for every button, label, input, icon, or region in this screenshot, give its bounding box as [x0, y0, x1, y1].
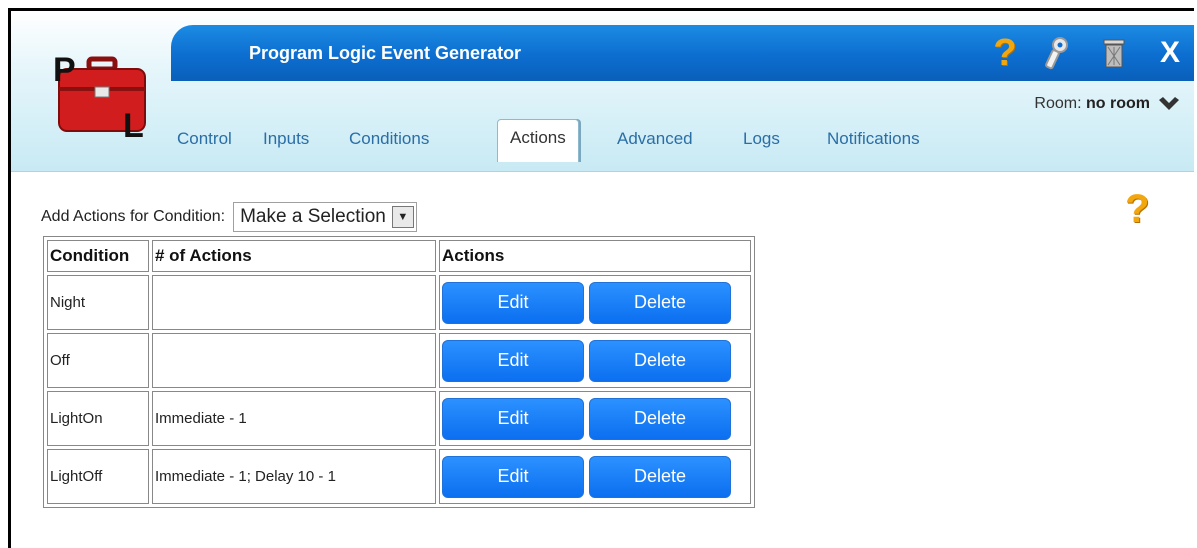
actions-cell: Edit Delete [439, 391, 751, 446]
app-logo: P L [51, 51, 156, 145]
actions-table: Condition # of Actions Actions Night Edi… [43, 236, 755, 508]
edit-button[interactable]: Edit [442, 339, 584, 382]
settings-icon-graphic [1045, 37, 1068, 70]
delete-button[interactable]: Delete [589, 455, 731, 498]
trash-icon-graphic [1103, 39, 1125, 68]
condition-cell: Night [47, 275, 149, 330]
table-header-row: Condition # of Actions Actions [47, 240, 751, 272]
delete-button[interactable]: Delete [589, 397, 731, 440]
add-actions-row: Add Actions for Condition: Make a Select… [41, 202, 417, 232]
action-count-cell [152, 275, 436, 330]
delete-button[interactable]: Delete [589, 339, 731, 382]
settings-icon[interactable] [1041, 33, 1075, 73]
actions-cell: Edit Delete [439, 333, 751, 388]
add-actions-label: Add Actions for Condition: [41, 208, 226, 225]
dropdown-arrow-icon[interactable]: ▼ [391, 206, 414, 228]
tab-advanced[interactable]: Advanced [617, 129, 693, 149]
svg-text:L: L [123, 107, 144, 139]
close-icon[interactable]: X [1155, 33, 1185, 73]
tab-notifications[interactable]: Notifications [827, 129, 920, 149]
chevron-down-icon[interactable] [1156, 91, 1182, 117]
condition-select[interactable]: Make a Selection ▼ [233, 202, 417, 232]
table-row: Night Edit Delete [47, 275, 751, 330]
chevron-down-icon-graphic [1159, 97, 1179, 110]
header-actions: Actions [439, 240, 751, 272]
condition-cell: Off [47, 333, 149, 388]
edit-button[interactable]: Edit [442, 281, 584, 324]
app-window: Program Logic Event Generator ? X P L Ro… [8, 8, 1194, 548]
delete-button[interactable]: Delete [589, 281, 731, 324]
room-value: no room [1086, 95, 1150, 112]
header-condition: Condition [47, 240, 149, 272]
header: Program Logic Event Generator ? X P L Ro… [11, 11, 1194, 172]
action-count-cell [152, 333, 436, 388]
tab-control[interactable]: Control [177, 129, 232, 149]
tab-logs[interactable]: Logs [743, 129, 780, 149]
table-row: LightOff Immediate - 1; Delay 10 - 1 Edi… [47, 449, 751, 504]
condition-cell: LightOff [47, 449, 149, 504]
condition-select-value: Make a Selection [240, 206, 386, 227]
tab-actions[interactable]: Actions [497, 119, 579, 162]
title-bar: Program Logic Event Generator ? X [171, 25, 1194, 81]
actions-cell: Edit Delete [439, 275, 751, 330]
tab-conditions[interactable]: Conditions [349, 129, 429, 149]
edit-button[interactable]: Edit [442, 455, 584, 498]
table-row: LightOn Immediate - 1 Edit Delete [47, 391, 751, 446]
condition-cell: LightOn [47, 391, 149, 446]
actions-cell: Edit Delete [439, 449, 751, 504]
tab-inputs[interactable]: Inputs [263, 129, 309, 149]
header-action-count: # of Actions [152, 240, 436, 272]
app-title: Program Logic Event Generator [249, 43, 522, 63]
help-icon[interactable]: ? [993, 32, 1017, 74]
action-count-cell: Immediate - 1 [152, 391, 436, 446]
action-count-cell: Immediate - 1; Delay 10 - 1 [152, 449, 436, 504]
table-row: Off Edit Delete [47, 333, 751, 388]
room-indicator: Room: no room [1034, 95, 1150, 113]
edit-button[interactable]: Edit [442, 397, 584, 440]
toolbox-logo-icon: P L [53, 51, 146, 145]
help-icon[interactable]: ? [1125, 187, 1149, 232]
trash-icon[interactable] [1099, 33, 1129, 73]
room-label: Room: [1034, 95, 1082, 112]
svg-text:P: P [53, 51, 76, 89]
